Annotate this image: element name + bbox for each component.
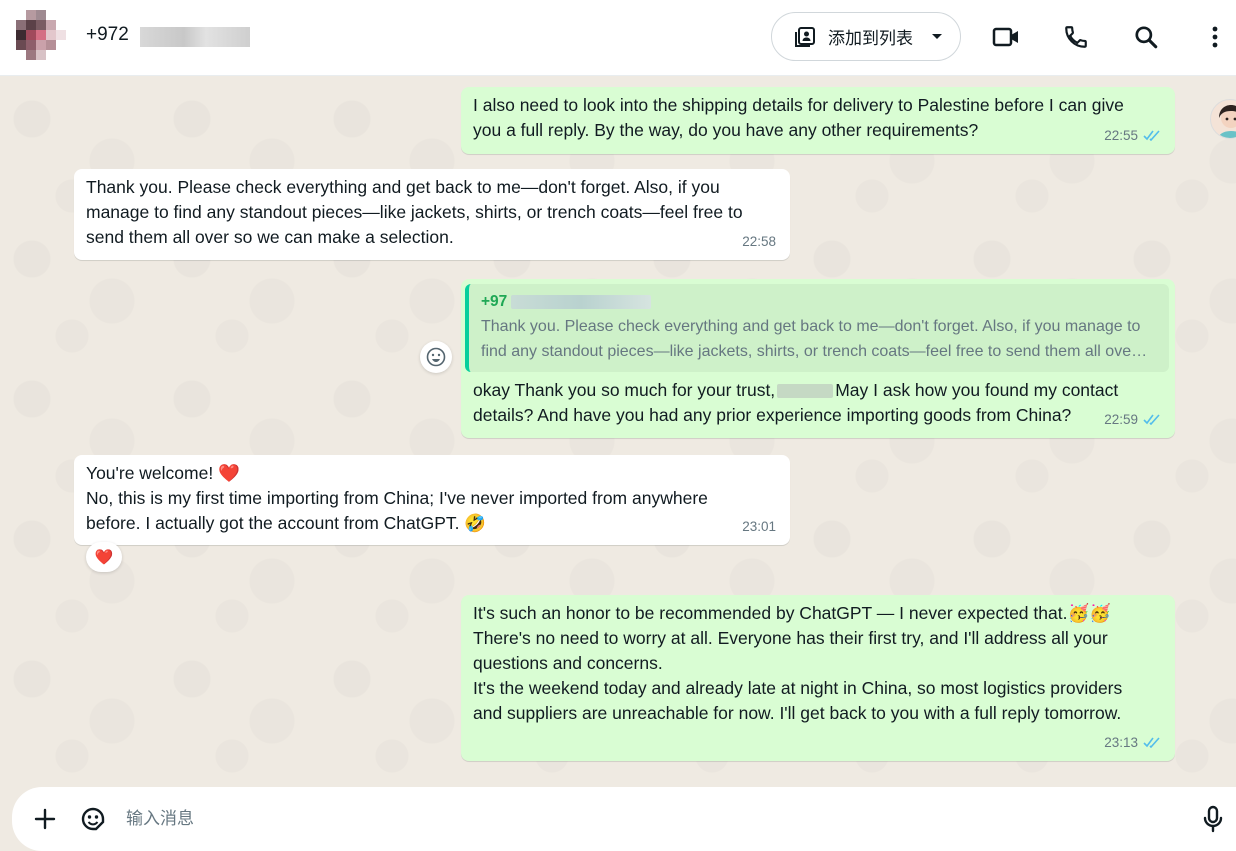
message-meta: 22:55 <box>1104 123 1161 148</box>
read-receipt-icon <box>1143 414 1160 425</box>
message-text: Thank you. Please check everything and g… <box>86 177 720 197</box>
message-text: before. I actually got the account from … <box>86 513 487 533</box>
message-text: details? And have you had any prior expe… <box>473 405 1072 425</box>
message-input[interactable] <box>126 805 1186 833</box>
message-reaction[interactable]: ❤️ <box>86 542 122 572</box>
message-text: I also need to look into the shipping de… <box>473 95 1124 115</box>
message-text: questions and concerns. <box>473 653 663 673</box>
add-to-list-label: 添加到列表 <box>828 29 913 48</box>
read-receipt-icon <box>1143 737 1160 748</box>
message-time: 23:01 <box>742 519 776 534</box>
quoted-author-number: +97 <box>481 293 508 310</box>
message-time: 22:59 <box>1104 412 1138 427</box>
message-meta: 23:13 <box>1104 730 1161 755</box>
self-avatar <box>1210 99 1236 139</box>
search-icon[interactable] <box>1129 20 1163 54</box>
message-text: send them all over so we can make a sele… <box>86 227 454 247</box>
redacted-number <box>140 27 250 47</box>
message-meta: 23:01 <box>742 514 776 539</box>
message-text: It's the weekend today and already late … <box>473 678 1123 698</box>
message-text-part: May I ask how you found my contact <box>835 380 1119 400</box>
voice-call-icon[interactable] <box>1059 20 1093 54</box>
microphone-icon[interactable] <box>1198 804 1228 834</box>
message-outgoing-reply[interactable]: +97 Thank you. Please check everything a… <box>461 279 1175 438</box>
message-list[interactable]: I also need to look into the shipping de… <box>0 77 1236 785</box>
message-meta: 22:58 <box>742 229 776 254</box>
attach-plus-icon[interactable] <box>30 804 60 834</box>
redacted-number <box>511 294 652 309</box>
chat-header: +972 添加到列表 <box>0 0 1236 76</box>
contact-list-icon <box>795 26 815 47</box>
quoted-message[interactable]: +97 Thank you. Please check everything a… <box>465 284 1169 372</box>
contact-number[interactable]: +972 <box>86 24 129 46</box>
message-text-part: okay Thank you so much for your trust, <box>473 380 776 400</box>
smiley-icon <box>426 347 446 367</box>
message-meta: 22:59 <box>1104 407 1161 432</box>
message-incoming[interactable]: Thank you. Please check everything and g… <box>74 169 790 260</box>
message-text: No, this is my first time importing from… <box>86 488 708 508</box>
message-outgoing[interactable]: It's such an honor to be recommended by … <box>461 595 1175 761</box>
message-text: and suppliers are unreachable for now. I… <box>473 703 1122 723</box>
more-options-icon[interactable] <box>1198 20 1232 54</box>
video-call-icon[interactable] <box>989 20 1023 54</box>
message-text: you a full reply. By the way, do you hav… <box>473 120 979 140</box>
quoted-text: find any standout pieces—like jackets, s… <box>481 343 1148 360</box>
add-to-list-button[interactable]: 添加到列表 <box>771 12 961 61</box>
redacted-name <box>777 384 834 399</box>
quoted-author: +97 <box>481 289 1157 314</box>
message-text: It's such an honor to be recommended by … <box>473 603 1112 623</box>
sticker-icon[interactable] <box>78 804 108 834</box>
message-text: You're welcome! ❤️ <box>86 463 240 483</box>
react-emoji-button[interactable] <box>420 341 452 373</box>
composer <box>12 787 1236 851</box>
chevron-down-icon <box>932 33 942 39</box>
message-incoming[interactable]: You're welcome! ❤️ No, this is my first … <box>74 455 790 545</box>
quoted-text: Thank you. Please check everything and g… <box>481 318 1141 335</box>
message-text: manage to find any standout pieces—like … <box>86 202 743 222</box>
composer-bar <box>0 785 1236 851</box>
message-time: 22:58 <box>742 234 776 249</box>
message-text: There's no need to worry at all. Everyon… <box>473 628 1108 648</box>
contact-avatar[interactable] <box>16 10 66 64</box>
message-time: 22:55 <box>1104 128 1138 143</box>
read-receipt-icon <box>1143 130 1160 141</box>
message-text: okay Thank you so much for your trust, Ma… <box>473 378 1163 403</box>
message-outgoing[interactable]: I also need to look into the shipping de… <box>461 87 1175 154</box>
message-time: 23:13 <box>1104 735 1138 750</box>
